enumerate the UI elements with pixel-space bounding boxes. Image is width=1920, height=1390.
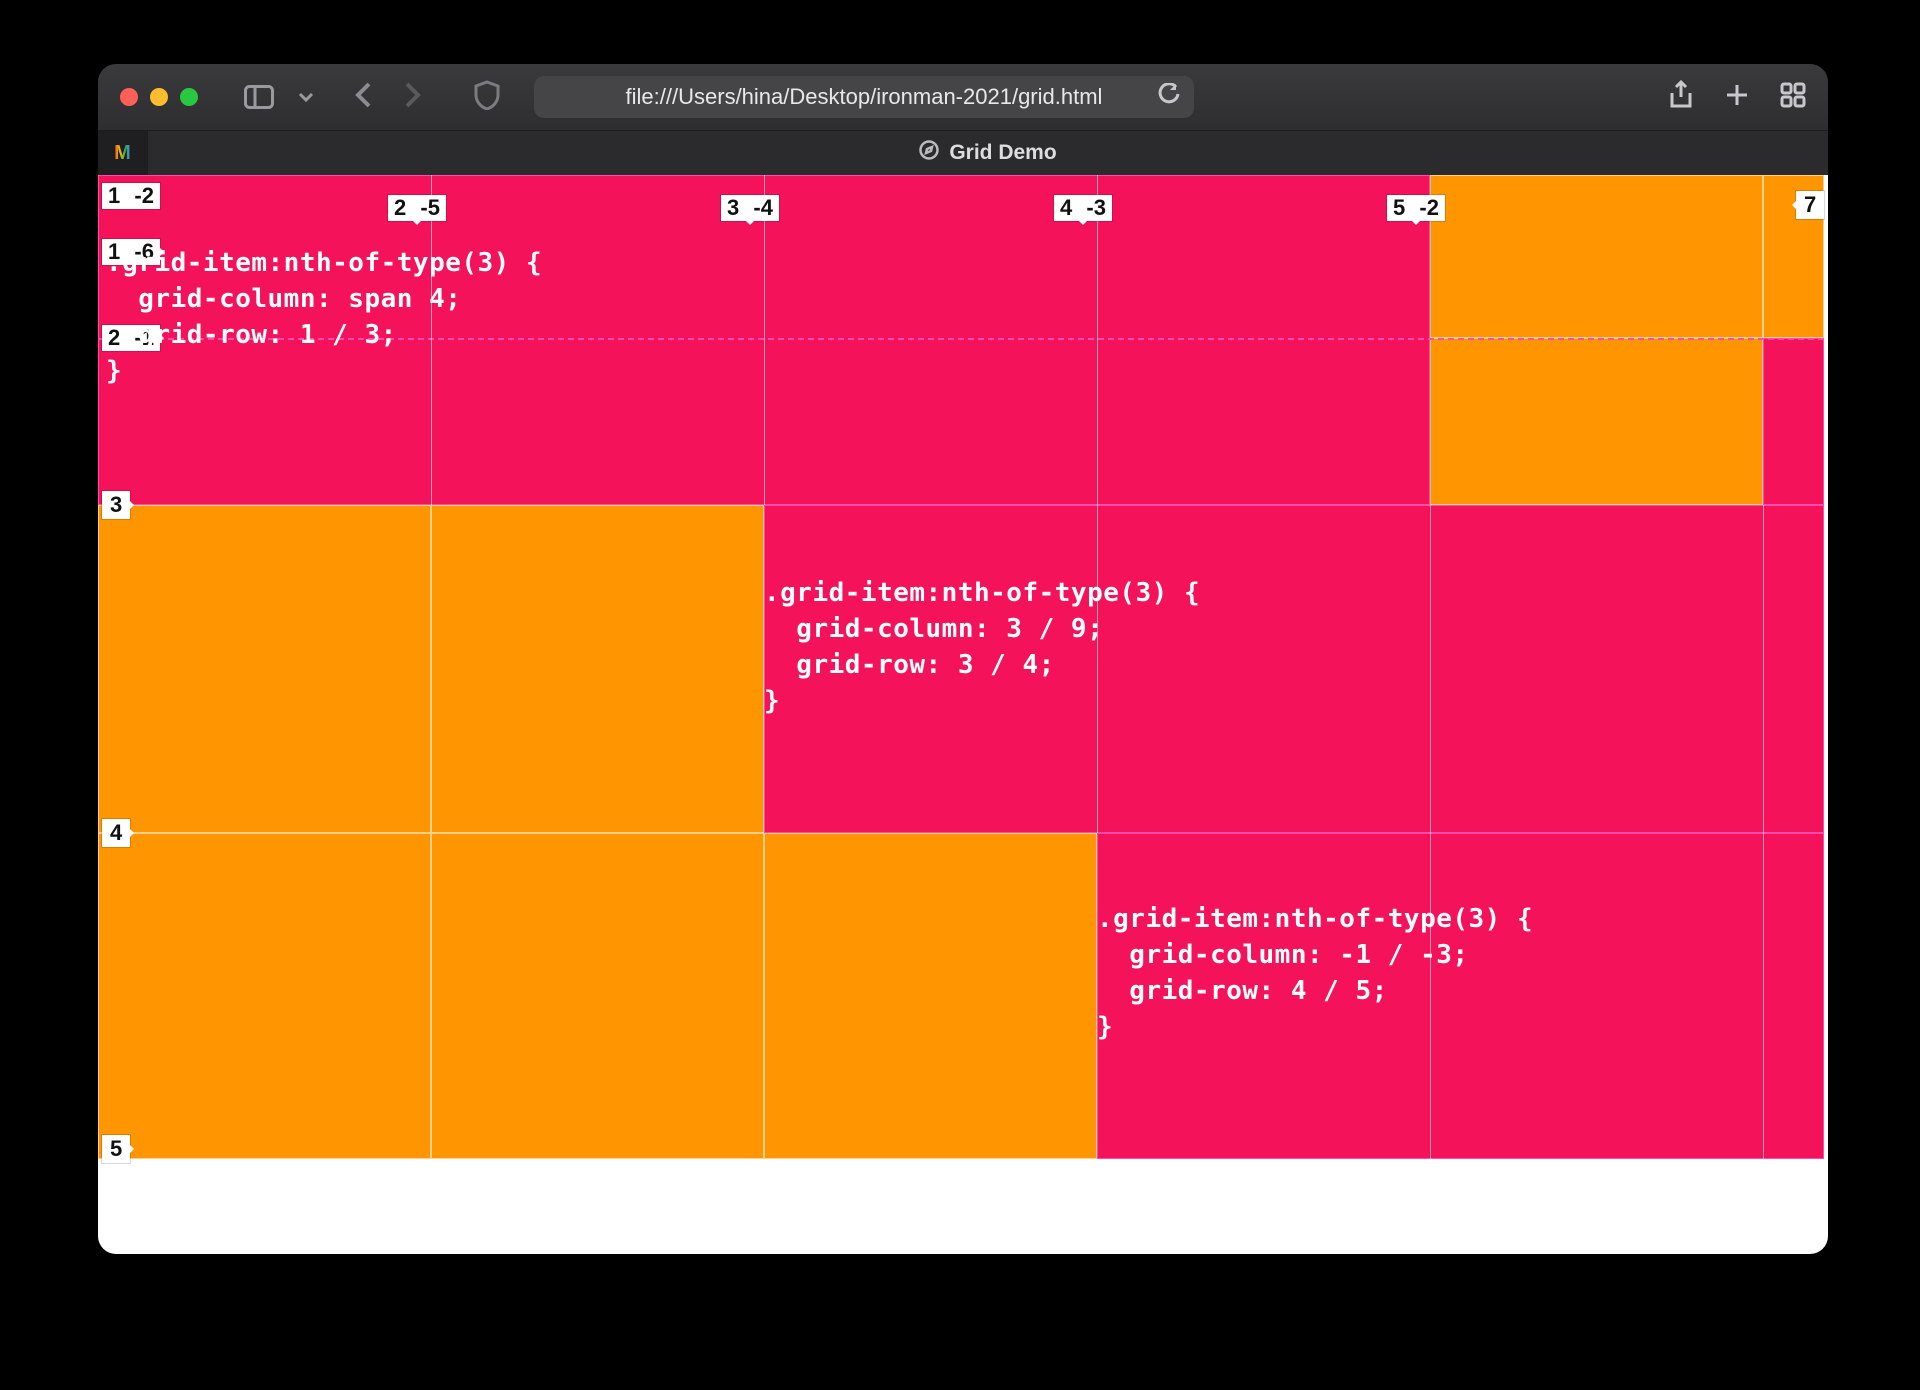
css-grid-demo: 1 -2 2 -5 3 -4 4 -3 5 -2 7 (98, 175, 1824, 1168)
grid-col-label: 7 (1796, 191, 1824, 219)
maximize-button[interactable] (180, 88, 198, 106)
grid-cell-orange (431, 833, 764, 1159)
grid-col-label: 3 -4 (721, 195, 779, 221)
nav-arrows (354, 81, 422, 114)
code-block-1: .grid-item:nth-of-type(3) { grid-column:… (106, 245, 542, 389)
page-viewport[interactable]: 1 -2 2 -5 3 -4 4 -3 5 -2 7 (98, 175, 1828, 1254)
tab-group-menu[interactable] (298, 89, 314, 105)
grid-line (764, 175, 765, 505)
grid-cell (1763, 338, 1824, 505)
privacy-shield-icon[interactable] (474, 80, 500, 115)
grid-cell-orange (98, 833, 431, 1159)
grid-col-label: 1 -2 (102, 183, 160, 209)
compass-icon (919, 140, 939, 166)
grid-row-label: 5 (102, 1135, 130, 1163)
grid-col-label: 4 -3 (1054, 195, 1112, 221)
grid-row-label: 3 (102, 491, 130, 519)
grid-line (1763, 505, 1764, 833)
active-tab[interactable]: Grid Demo (148, 140, 1828, 166)
desktop-background: file:///Users/hina/Desktop/ironman-2021/… (0, 0, 1920, 1390)
grid-line (1097, 175, 1098, 505)
gmail-icon: M (114, 142, 131, 165)
new-tab-button[interactable] (1724, 82, 1750, 113)
tab-overview-button[interactable] (1780, 82, 1806, 113)
grid-line (1763, 833, 1764, 1159)
toolbar-right (1668, 80, 1806, 115)
address-bar[interactable]: file:///Users/hina/Desktop/ironman-2021/… (534, 76, 1194, 118)
sidebar-toggle-button[interactable] (244, 85, 274, 109)
grid-col-label: 5 -2 (1387, 195, 1445, 221)
grid-cell-orange (431, 505, 764, 833)
minimize-button[interactable] (150, 88, 168, 106)
titlebar: file:///Users/hina/Desktop/ironman-2021/… (98, 64, 1828, 130)
grid-cell-orange (1430, 338, 1763, 505)
grid-col-label: 2 -5 (388, 195, 446, 221)
code-block-2: .grid-item:nth-of-type(3) { grid-column:… (764, 575, 1200, 719)
tab-title: Grid Demo (949, 141, 1056, 165)
grid-cell-orange (1430, 175, 1763, 338)
grid-cell-orange (764, 833, 1097, 1159)
url-text: file:///Users/hina/Desktop/ironman-2021/… (626, 84, 1103, 110)
grid-cell-orange (98, 505, 431, 833)
code-block-3: .grid-item:nth-of-type(3) { grid-column:… (1097, 901, 1533, 1045)
favorites-item[interactable]: M (98, 131, 148, 176)
reload-button[interactable] (1158, 83, 1180, 111)
traffic-lights (120, 88, 198, 106)
forward-button[interactable] (402, 81, 422, 114)
tab-bar: M Grid Demo (98, 130, 1828, 175)
grid-row-label: 4 (102, 819, 130, 847)
close-button[interactable] (120, 88, 138, 106)
safari-window: file:///Users/hina/Desktop/ironman-2021/… (98, 64, 1828, 1254)
back-button[interactable] (354, 81, 374, 114)
grid-line (1430, 505, 1431, 833)
share-button[interactable] (1668, 80, 1694, 115)
